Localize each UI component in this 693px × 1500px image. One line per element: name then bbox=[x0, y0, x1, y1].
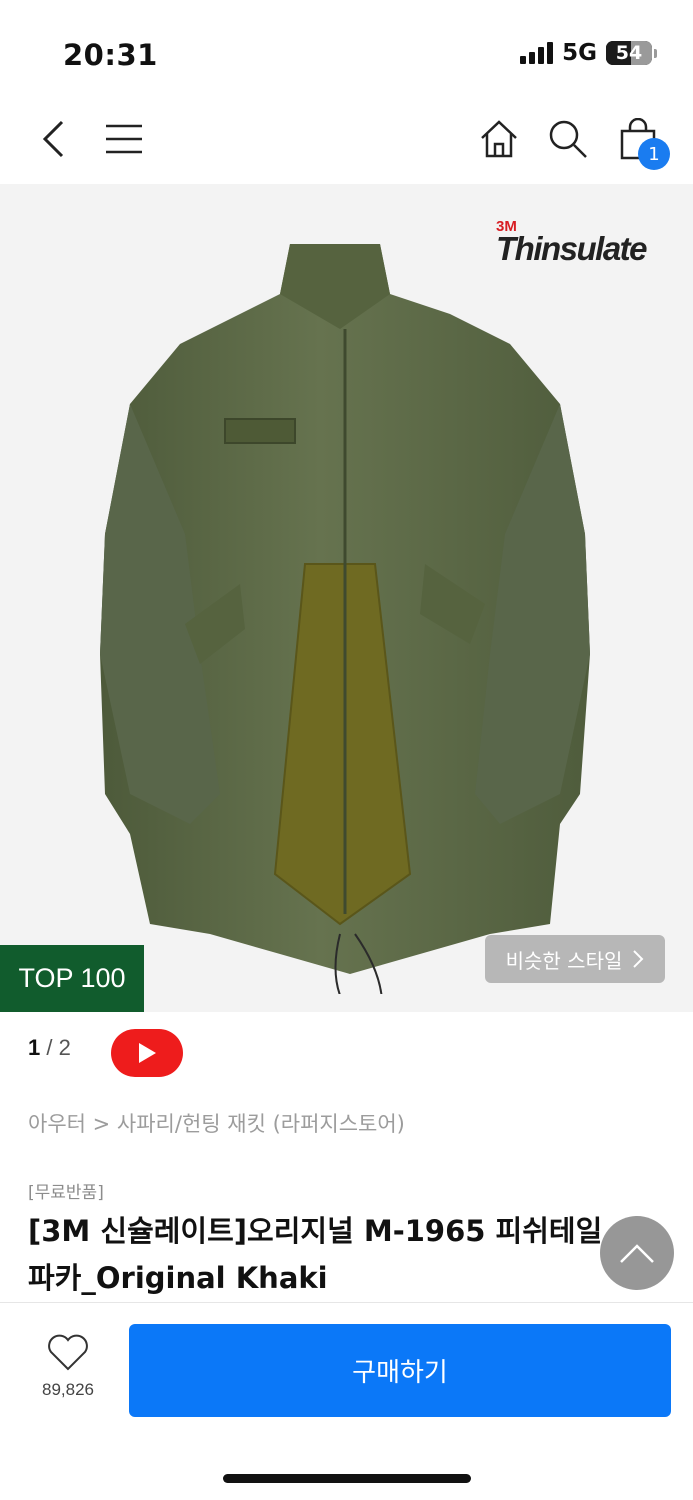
image-pager: 1 / 2 bbox=[28, 1035, 71, 1061]
home-button[interactable] bbox=[475, 114, 523, 164]
pager-current: 1 bbox=[28, 1035, 41, 1060]
chevron-right-icon bbox=[633, 950, 644, 968]
hamburger-icon bbox=[106, 124, 142, 154]
battery-tip bbox=[654, 48, 657, 58]
status-bar: 20:31 5G 54 bbox=[0, 0, 693, 100]
jacket-image bbox=[100, 244, 590, 994]
status-time: 20:31 bbox=[63, 38, 158, 72]
pager-total: 2 bbox=[58, 1035, 71, 1060]
play-icon bbox=[139, 1043, 156, 1063]
category-breadcrumb[interactable]: 아우터 > 사파리/헌팅 재킷 (라퍼지스토어) bbox=[28, 1108, 405, 1138]
search-button[interactable] bbox=[544, 114, 592, 164]
signal-icon bbox=[520, 42, 554, 64]
battery-level: 54 bbox=[615, 42, 643, 64]
search-icon bbox=[549, 120, 587, 158]
pager-separator: / bbox=[40, 1035, 59, 1060]
scroll-to-top-button[interactable] bbox=[600, 1216, 674, 1290]
home-icon bbox=[481, 120, 517, 158]
back-button[interactable] bbox=[30, 114, 78, 164]
chevron-left-icon bbox=[42, 120, 64, 158]
product-image[interactable]: 3M Thinsulate TOP 100 비슷한 스타일 bbox=[0, 184, 693, 1012]
like-count: 89,826 bbox=[42, 1380, 94, 1399]
divider bbox=[0, 1302, 693, 1303]
status-icons: 5G 54 bbox=[520, 40, 657, 66]
menu-button[interactable] bbox=[100, 114, 148, 164]
network-type: 5G bbox=[562, 40, 597, 66]
heart-icon bbox=[48, 1334, 88, 1371]
similar-style-button[interactable]: 비슷한 스타일 bbox=[485, 935, 665, 983]
battery-icon: 54 bbox=[606, 41, 652, 65]
top100-badge: TOP 100 bbox=[0, 945, 144, 1012]
top-navigation: 1 bbox=[0, 100, 693, 184]
cart-count-badge: 1 bbox=[638, 138, 670, 170]
similar-style-label: 비슷한 스타일 bbox=[505, 948, 623, 973]
cart-button[interactable]: 1 bbox=[614, 114, 670, 170]
buy-button[interactable]: 구매하기 bbox=[129, 1324, 671, 1417]
youtube-video-button[interactable] bbox=[111, 1029, 183, 1077]
home-indicator bbox=[223, 1474, 471, 1483]
free-return-tag: [무료반품] bbox=[28, 1183, 104, 1203]
like-button[interactable]: 89,826 bbox=[30, 1334, 106, 1400]
chevron-up-icon bbox=[620, 1244, 654, 1263]
product-title: [3M 신슐레이트]오리지널 M-1965 피쉬테일 파카_Original K… bbox=[28, 1214, 603, 1295]
